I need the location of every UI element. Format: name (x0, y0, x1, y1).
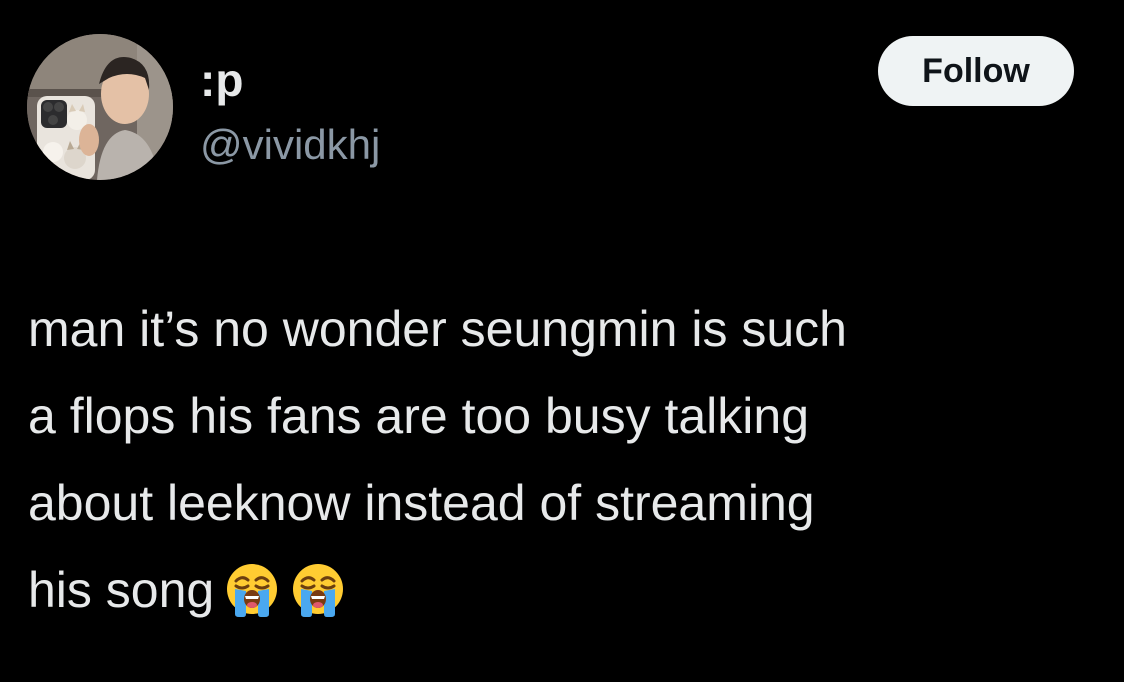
tweet-text-line: about leeknow instead of streaming (28, 475, 815, 531)
follow-button[interactable]: Follow (878, 36, 1074, 106)
tweet-text-line: his song (28, 562, 215, 618)
user-handle[interactable]: @vividkhj (200, 120, 380, 170)
tweet-card: :p @vividkhj Follow man it’s no wonder s… (0, 0, 1124, 682)
tweet-text-line: a flops his fans are too busy talking (28, 388, 810, 444)
loudly-crying-face-icon (224, 561, 280, 617)
tweet-text-line: man it’s no wonder seungmin is such (28, 301, 847, 357)
display-name[interactable]: :p (200, 54, 243, 106)
tweet-text: man it’s no wonder seungmin is such a fl… (28, 286, 1098, 634)
avatar[interactable] (27, 34, 173, 180)
tweet-text-last-line: his song (28, 547, 1098, 634)
avatar-photo (27, 34, 173, 180)
loudly-crying-face-icon (290, 561, 346, 617)
